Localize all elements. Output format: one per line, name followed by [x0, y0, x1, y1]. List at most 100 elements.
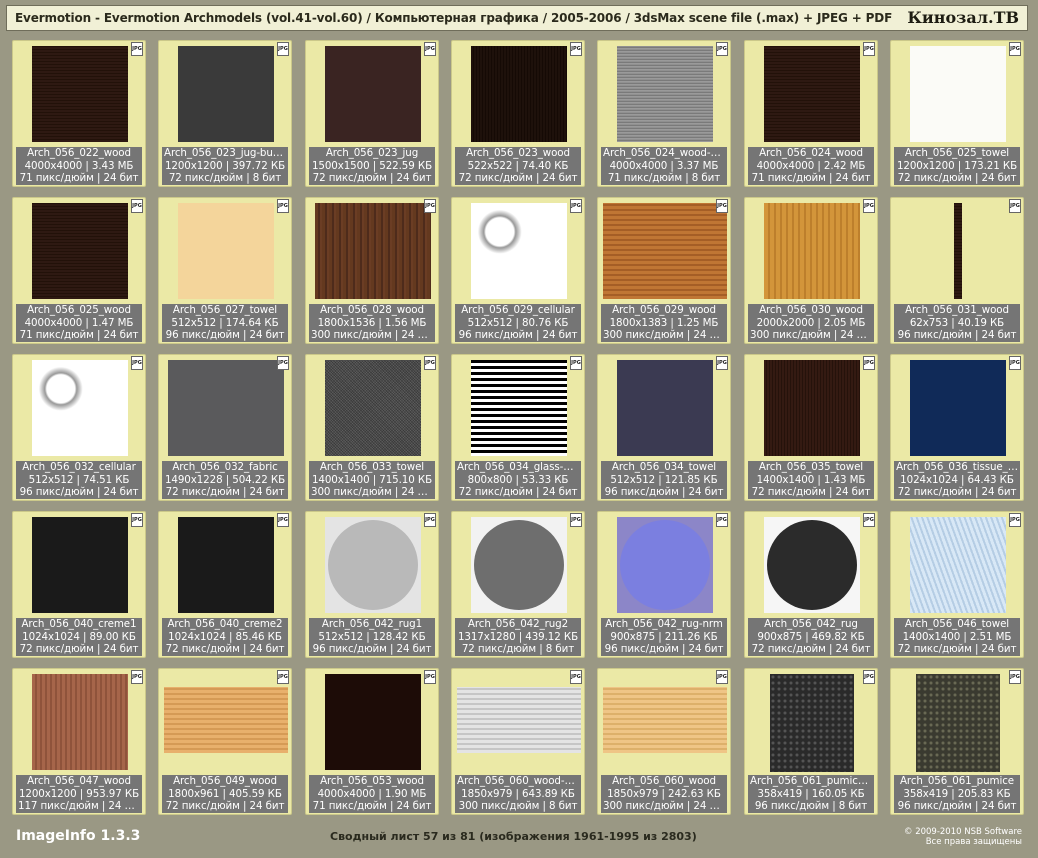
thumbnail-card[interactable]: JPG Arch_056_040_creme1 1024x1024 | 89.00 …: [12, 511, 146, 658]
jpg-file-icon: JPG: [863, 670, 875, 684]
thumbnail-card[interactable]: JPG Arch_056_027_towel 512x512 | 174.64 КБ…: [158, 197, 292, 344]
thumbnail-caption: Arch_056_028_wood 1800x1536 | 1.56 МБ 300 …: [309, 304, 435, 342]
thumbnail-card[interactable]: JPG Arch_056_032_fabric 1490x1228 | 504.22…: [158, 354, 292, 501]
thumbnail-caption: Arch_056_060_wood 1850x979 | 242.63 КБ 300…: [601, 775, 727, 813]
app-name: ImageInfo 1.3.3: [16, 828, 141, 844]
caption-name: Arch_056_023_jug: [325, 147, 419, 159]
caption-meta: 300 пикс/дюйм | 24 бит: [603, 329, 727, 342]
caption-info: 1400x1400 | 1.43 МБ: [756, 473, 866, 486]
jpg-file-icon: JPG: [570, 670, 582, 684]
thumbnail-card[interactable]: JPG Arch_056_040_creme2 1024x1024 | 85.46 …: [158, 511, 292, 658]
thumbnail-card[interactable]: JPG Arch_056_022_wood 4000x4000 | 3.43 МБ 7…: [12, 40, 146, 187]
caption-info: 900x875 | 469.82 КБ: [757, 630, 865, 643]
thumbnail-card[interactable]: JPG Arch_056_061_pumice 358x419 | 205.83 К…: [890, 668, 1024, 815]
jpg-file-icon: JPG: [424, 356, 436, 370]
thumbnail-caption: Arch_056_049_wood 1800x961 | 405.59 КБ 72 …: [162, 775, 288, 813]
thumbnail-caption: Arch_056_053_wood 4000x4000 | 1.90 МБ 71 п…: [309, 775, 435, 813]
caption-meta: 71 пикс/дюйм | 24 бит: [312, 800, 432, 813]
thumbnail-card[interactable]: JPG Arch_056_023_jug-bump 1200x1200 | 397.…: [158, 40, 292, 187]
thumbnail-card[interactable]: JPG Arch_056_030_wood 2000x2000 | 2.05 МБ 3…: [744, 197, 878, 344]
thumbnail-card[interactable]: JPG Arch_056_034_glass-b… 800x800 | 53.33 …: [451, 354, 585, 501]
jpg-file-icon: JPG: [277, 42, 289, 56]
caption-name: Arch_056_024_wood: [759, 147, 863, 159]
thumbnail-card[interactable]: JPG Arch_056_046_towel 1400x1400 | 2.51 МБ…: [890, 511, 1024, 658]
jpg-file-icon: JPG: [131, 513, 143, 527]
caption-name: Arch_056_042_rug: [764, 618, 858, 630]
caption-info: 512x512 | 128.42 КБ: [318, 630, 426, 643]
thumbnail-card[interactable]: JPG Arch_056_024_wood 4000x4000 | 2.42 МБ 7…: [744, 40, 878, 187]
thumbnail-image: [471, 203, 567, 299]
caption-meta: 71 пикс/дюйм | 8 бит: [607, 172, 721, 185]
thumbnail-image: [325, 674, 421, 770]
jpg-file-icon: JPG: [863, 513, 875, 527]
thumbnail-card[interactable]: JPG Arch_056_034_towel 512x512 | 121.85 КБ…: [597, 354, 731, 501]
thumbnail-image: [764, 360, 860, 456]
caption-info: 1200x1200 | 953.97 КБ: [18, 787, 140, 800]
thumbnail-image: [916, 674, 1000, 772]
thumbnail-image: [325, 46, 421, 142]
thumbnail-card[interactable]: JPG Arch_056_036_tissue_… 1024x1024 | 64.4…: [890, 354, 1024, 501]
thumbnail-image: [178, 46, 274, 142]
caption-info: 4000x4000 | 3.43 МБ: [24, 159, 134, 172]
thumbnail-card[interactable]: JPG Arch_056_049_wood 1800x961 | 405.59 КБ…: [158, 668, 292, 815]
thumbnail-card[interactable]: JPG Arch_056_047_wood 1200x1200 | 953.97 К…: [12, 668, 146, 815]
thumbnail-card[interactable]: JPG Arch_056_061_pumice-… 358x419 | 160.05…: [744, 668, 878, 815]
thumbnail-card[interactable]: JPG Arch_056_028_wood 1800x1536 | 1.56 МБ 3…: [305, 197, 439, 344]
thumbnail-card[interactable]: JPG Arch_056_042_rug1 512x512 | 128.42 КБ 9…: [305, 511, 439, 658]
thumbnail-card[interactable]: JPG Arch_056_029_wood 1800x1383 | 1.25 МБ 3…: [597, 197, 731, 344]
thumbnail-image: [178, 517, 274, 613]
caption-info: 1024x1024 | 64.43 КБ: [900, 473, 1014, 486]
caption-meta: 96 пикс/дюйм | 24 бит: [897, 329, 1017, 342]
caption-name: Arch_056_027_towel: [172, 304, 278, 316]
thumbnail-caption: Arch_056_042_rug1 512x512 | 128.42 КБ 96 п…: [309, 618, 435, 656]
caption-meta: 71 пикс/дюйм | 24 бит: [751, 172, 871, 185]
thumbnail-card[interactable]: JPG Arch_056_060_wood-b… 1850x979 | 643.89…: [451, 668, 585, 815]
thumbnail-card[interactable]: JPG Arch_056_042_rug-nrm 900x875 | 211.26 …: [597, 511, 731, 658]
caption-name: Arch_056_042_rug-nrm: [605, 618, 723, 630]
thumbnail-image: [617, 517, 713, 613]
caption-meta: 72 пикс/дюйм | 24 бит: [897, 643, 1017, 656]
jpg-file-icon: JPG: [716, 513, 728, 527]
caption-name: Arch_056_061_pumice-…: [750, 775, 874, 787]
jpg-file-icon: JPG: [131, 42, 143, 56]
thumbnail-image: [764, 203, 860, 299]
caption-meta: 300 пикс/дюйм | 24 бит: [750, 329, 874, 342]
thumbnail-image: [32, 203, 128, 299]
thumbnail-card[interactable]: JPG Arch_056_032_cellular 512x512 | 74.51 …: [12, 354, 146, 501]
thumbnail-card[interactable]: JPG Arch_056_031_wood 62x753 | 40.19 КБ 96 …: [890, 197, 1024, 344]
jpg-file-icon: JPG: [131, 356, 143, 370]
jpg-file-icon: JPG: [277, 356, 289, 370]
caption-info: 62x753 | 40.19 КБ: [909, 316, 1005, 329]
thumbnail-card[interactable]: JPG Arch_056_042_rug2 1317x1280 | 439.12 К…: [451, 511, 585, 658]
thumbnail-card[interactable]: JPG Arch_056_024_wood-b… 4000x4000 | 3.37 …: [597, 40, 731, 187]
thumbnail-card[interactable]: JPG Arch_056_025_wood 4000x4000 | 1.47 МБ 7…: [12, 197, 146, 344]
thumbnail-caption: Arch_056_029_wood 1800x1383 | 1.25 МБ 300 …: [601, 304, 727, 342]
thumbnail-card[interactable]: JPG Arch_056_025_towel 1200x1200 | 173.21 …: [890, 40, 1024, 187]
thumbnail-card[interactable]: JPG Arch_056_042_rug 900x875 | 469.82 КБ 72…: [744, 511, 878, 658]
thumbnail-caption: Arch_056_042_rug 900x875 | 469.82 КБ 72 пи…: [748, 618, 874, 656]
jpg-file-icon: JPG: [277, 670, 289, 684]
thumbnail-image: [325, 517, 421, 613]
thumbnail-card[interactable]: JPG Arch_056_029_cellular 512x512 | 80.76 …: [451, 197, 585, 344]
thumbnail-card[interactable]: JPG Arch_056_023_jug 1500x1500 | 522.59 КБ…: [305, 40, 439, 187]
thumbnail-image: [32, 517, 128, 613]
thumbnail-card[interactable]: JPG Arch_056_053_wood 4000x4000 | 1.90 МБ 7…: [305, 668, 439, 815]
caption-info: 1200x1200 | 173.21 КБ: [896, 159, 1018, 172]
thumbnail-card[interactable]: JPG Arch_056_035_towel 1400x1400 | 1.43 МБ…: [744, 354, 878, 501]
thumbnail-card[interactable]: JPG Arch_056_060_wood 1850x979 | 242.63 КБ…: [597, 668, 731, 815]
caption-meta: 117 пикс/дюйм | 24 бит: [18, 800, 142, 813]
caption-name: Arch_056_049_wood: [173, 775, 277, 787]
thumbnail-card[interactable]: JPG Arch_056_033_towel 1400x1400 | 715.10 …: [305, 354, 439, 501]
thumbnail-caption: Arch_056_035_towel 1400x1400 | 1.43 МБ 72 …: [748, 461, 874, 499]
caption-meta: 72 пикс/дюйм | 24 бит: [165, 643, 285, 656]
jpg-file-icon: JPG: [1009, 42, 1021, 56]
caption-meta: 300 пикс/дюйм | 24 бит: [311, 329, 435, 342]
jpg-file-icon: JPG: [1009, 199, 1021, 213]
thumbnail-card[interactable]: JPG Arch_056_023_wood 522x522 | 74.40 КБ 72…: [451, 40, 585, 187]
thumbnail-image: [471, 46, 567, 142]
thumbnail-image: [325, 360, 421, 456]
caption-name: Arch_056_035_towel: [758, 461, 864, 473]
caption-name: Arch_056_061_pumice: [899, 775, 1015, 787]
thumbnail-caption: Arch_056_027_towel 512x512 | 174.64 КБ 96 …: [162, 304, 288, 342]
caption-meta: 71 пикс/дюйм | 24 бит: [19, 329, 139, 342]
